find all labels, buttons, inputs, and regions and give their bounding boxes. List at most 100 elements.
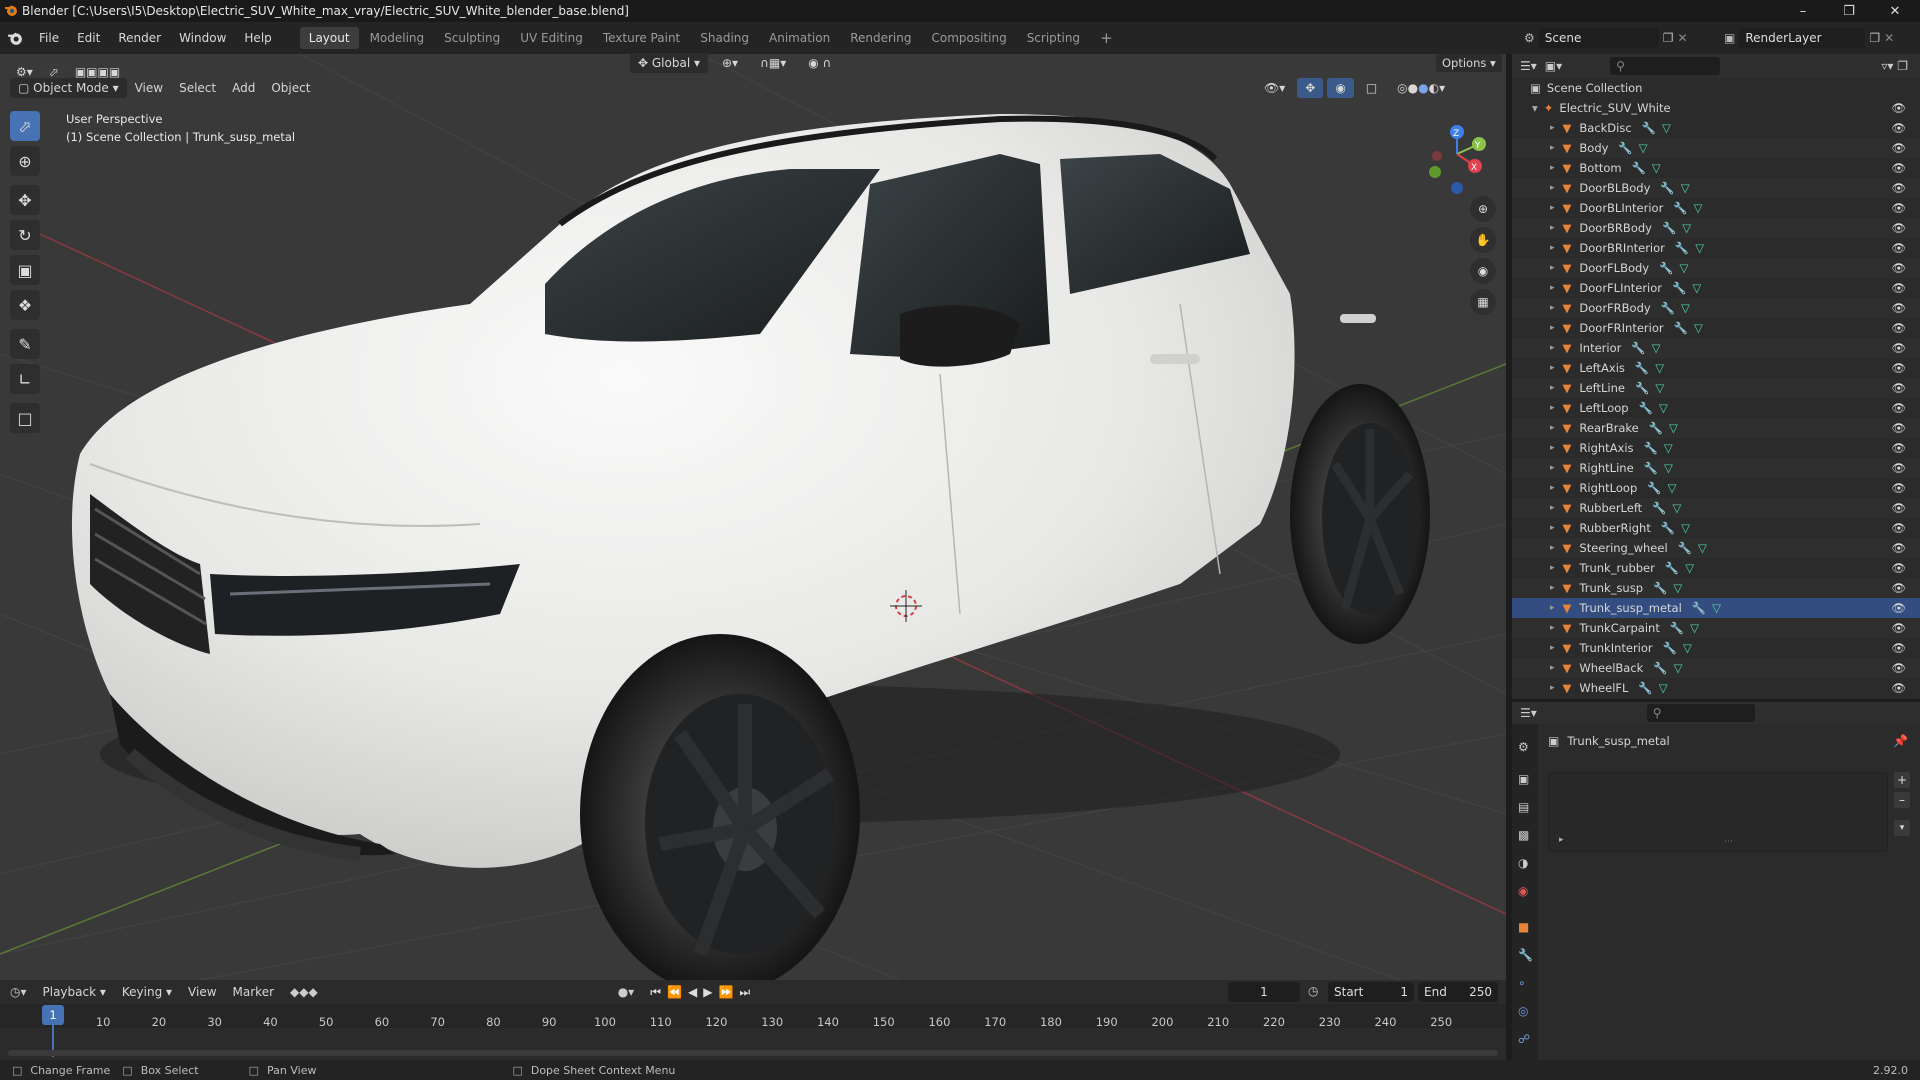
tab-compositing[interactable]: Compositing (922, 27, 1015, 49)
modifier-icon[interactable]: 🔧 (1647, 481, 1661, 495)
mesh-data-icon[interactable]: ▽ (1655, 361, 1664, 375)
expand-icon[interactable]: ▸ (1550, 663, 1555, 673)
outliner-item[interactable]: ▸ ▼ Trunk_susp 🔧 ▽ 👁 (1512, 578, 1920, 598)
visibility-eye-icon[interactable]: 👁 (1891, 241, 1906, 255)
marker-menu[interactable]: Marker (225, 982, 282, 1002)
expand-icon[interactable]: ▸ (1550, 623, 1555, 633)
modifier-icon[interactable]: 🔧 (1644, 461, 1658, 475)
mesh-data-icon[interactable]: ▽ (1695, 241, 1704, 255)
menu-edit[interactable]: Edit (68, 31, 109, 45)
modifier-icon[interactable]: 🔧 (1635, 361, 1649, 375)
tool-tab-icon[interactable]: ⚙ (1518, 740, 1529, 754)
modifier-icon[interactable]: 🔧 (1661, 521, 1675, 535)
tab-rendering[interactable]: Rendering (841, 27, 920, 49)
outliner-item[interactable]: ▸ ▼ RubberRight 🔧 ▽ 👁 (1512, 518, 1920, 538)
new-layer-icon[interactable]: ❐ (1869, 31, 1880, 45)
visibility-eye-icon[interactable]: 👁 (1891, 601, 1906, 615)
3d-viewport[interactable]: Z Y X User Perspective (1) Scene Collect… (0, 54, 1506, 980)
minimize-icon[interactable]: – (1780, 0, 1826, 22)
modifier-icon[interactable]: 🔧 (1653, 661, 1667, 675)
rotate-tool-icon[interactable]: ↻ (10, 220, 40, 250)
mesh-data-icon[interactable]: ▽ (1694, 201, 1703, 215)
constraints-tab-icon[interactable]: ☍ (1518, 1032, 1530, 1046)
expand-icon[interactable]: ▸ (1550, 583, 1555, 593)
mesh-data-icon[interactable]: ▽ (1639, 141, 1648, 155)
expand-icon[interactable]: ▸ (1559, 835, 1564, 845)
mesh-data-icon[interactable]: ▽ (1659, 401, 1668, 415)
modifier-icon[interactable]: 🔧 (1635, 381, 1649, 395)
visibility-eye-icon[interactable]: 👁 (1891, 341, 1906, 355)
outliner-item[interactable]: ▸ ▼ LeftLine 🔧 ▽ 👁 (1512, 378, 1920, 398)
modifier-icon[interactable]: 🔧 (1661, 301, 1675, 315)
menu-window[interactable]: Window (170, 31, 235, 45)
expand-icon[interactable]: ▸ (1550, 343, 1555, 353)
visibility-eye-icon[interactable]: 👁 (1891, 661, 1906, 675)
expand-icon[interactable]: ▸ (1550, 183, 1555, 193)
expand-icon[interactable]: ▸ (1550, 303, 1555, 313)
expand-icon[interactable]: ▸ (1550, 443, 1555, 453)
outliner-item[interactable]: ▸ ▼ RearBrake 🔧 ▽ 👁 (1512, 418, 1920, 438)
modifier-icon[interactable]: 🔧 (1663, 641, 1677, 655)
view-layer-tab-icon[interactable]: ▩ (1518, 828, 1529, 842)
remove-scene-icon[interactable]: ✕ (1678, 31, 1688, 45)
outliner-item[interactable]: ▸ ▼ TrunkInterior 🔧 ▽ 👁 (1512, 638, 1920, 658)
expand-icon[interactable]: ▸ (1550, 543, 1555, 553)
scene-field[interactable]: Scene (1538, 28, 1659, 48)
menu-render[interactable]: Render (109, 31, 170, 45)
camera-icon[interactable]: ◉ (1470, 258, 1496, 284)
visibility-eye-icon[interactable]: 👁 (1891, 361, 1906, 375)
mesh-data-icon[interactable]: ▽ (1685, 561, 1694, 575)
visibility-eye-icon[interactable]: 👁 (1891, 501, 1906, 515)
scene-tab-icon[interactable]: ◑ (1518, 856, 1528, 870)
scene-selector[interactable]: ⚙ Scene ❐ ✕ (1524, 28, 1688, 48)
visibility-eye-icon[interactable]: 👁 (1891, 201, 1906, 215)
outliner-item[interactable]: ▸ ▼ Body 🔧 ▽ 👁 (1512, 138, 1920, 158)
tab-sculpting[interactable]: Sculpting (435, 27, 509, 49)
modifier-icon[interactable]: 🔧 (1670, 621, 1684, 635)
collection-row[interactable]: ▾ ✦ Electric_SUV_White 👁 (1512, 98, 1920, 118)
menu-file[interactable]: File (30, 31, 68, 45)
modifier-icon[interactable]: 🔧 (1649, 421, 1663, 435)
tab-scripting[interactable]: Scripting (1018, 27, 1089, 49)
add-cube-tool-icon[interactable]: □ (10, 403, 40, 433)
visibility-eye-icon[interactable]: 👁 (1891, 301, 1906, 315)
expand-icon[interactable]: ▸ (1550, 603, 1555, 613)
pin-icon[interactable]: 📌 (1893, 734, 1908, 748)
visibility-eye-icon[interactable]: 👁 (1891, 581, 1906, 595)
visibility-eye-icon[interactable]: 👁 (1891, 321, 1906, 335)
modifier-icon[interactable]: 🔧 (1675, 241, 1689, 255)
expand-icon[interactable]: ▸ (1550, 243, 1555, 253)
visibility-icon[interactable]: 👁▾ (1256, 78, 1293, 98)
cursor-tool-icon[interactable]: ⊕ (10, 146, 40, 176)
visibility-eye-icon[interactable]: 👁 (1891, 521, 1906, 535)
shading-modes-icon[interactable]: ◎●●◐▾ (1389, 78, 1453, 98)
mesh-data-icon[interactable]: ▽ (1712, 601, 1721, 615)
modifier-icon[interactable]: 🔧 (1639, 401, 1653, 415)
scale-tool-icon[interactable]: ▣ (10, 255, 40, 285)
modifier-icon[interactable]: 🔧 (1618, 141, 1632, 155)
outliner-item[interactable]: ▸ ▼ RubberLeft 🔧 ▽ 👁 (1512, 498, 1920, 518)
select-menu[interactable]: Select (171, 78, 224, 98)
visibility-eye-icon[interactable]: 👁 (1891, 181, 1906, 195)
modifier-icon[interactable]: 🔧 (1638, 681, 1652, 695)
expand-icon[interactable]: ▸ (1550, 683, 1555, 693)
modifier-icon[interactable]: 🔧 (1673, 201, 1687, 215)
modifier-tab-icon[interactable]: 🔧 (1518, 948, 1533, 962)
mesh-data-icon[interactable]: ▽ (1681, 301, 1690, 315)
expand-icon[interactable]: ▸ (1550, 363, 1555, 373)
tab-animation[interactable]: Animation (760, 27, 839, 49)
record-icon[interactable]: ●▾ (618, 985, 635, 999)
properties-search-input[interactable]: ⚲ (1646, 704, 1755, 722)
proportional-edit-icon[interactable]: ◉ ∩ (800, 53, 839, 73)
gizmo-toggle-icon[interactable]: ✥ (1297, 78, 1324, 98)
visibility-eye-icon[interactable]: 👁 (1891, 401, 1906, 415)
start-frame-field[interactable]: Start 1 (1328, 982, 1414, 1002)
modifier-icon[interactable]: 🔧 (1642, 121, 1656, 135)
new-scene-icon[interactable]: ❐ (1663, 31, 1674, 45)
add-slot-icon[interactable]: + (1894, 772, 1910, 788)
xray-icon[interactable]: □ (1358, 78, 1385, 98)
modifier-icon[interactable]: 🔧 (1678, 541, 1692, 555)
modifier-icon[interactable]: 🔧 (1662, 221, 1676, 235)
end-frame-field[interactable]: End 250 (1418, 982, 1498, 1002)
menu-help[interactable]: Help (235, 31, 280, 45)
